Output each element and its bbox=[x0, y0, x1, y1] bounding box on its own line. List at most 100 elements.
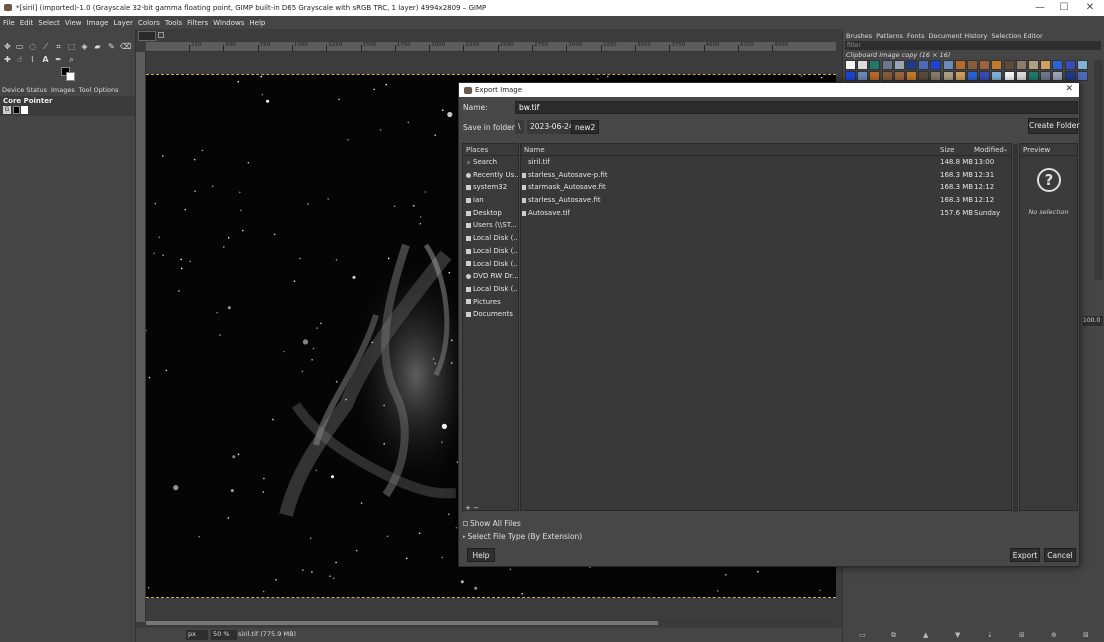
fuzzy-select-tool-icon[interactable]: ⟋ bbox=[40, 41, 51, 52]
brush-swatch[interactable] bbox=[906, 60, 917, 70]
place-documents[interactable]: Documents bbox=[463, 308, 518, 321]
dock-button-icon[interactable]: ▼ bbox=[955, 631, 960, 639]
menu-filters[interactable]: Filters bbox=[187, 19, 208, 27]
brush-swatch[interactable] bbox=[1052, 60, 1064, 70]
brush-swatch[interactable] bbox=[1028, 71, 1039, 81]
breadcrumb-date-folder[interactable]: 2023-06-24 bbox=[527, 120, 577, 134]
show-all-files-checkbox[interactable]: Show All Files bbox=[463, 519, 521, 528]
brush-swatch[interactable] bbox=[967, 71, 978, 81]
dock-button-icon[interactable]: ⊕ bbox=[1051, 631, 1057, 639]
column-name[interactable]: Name bbox=[524, 144, 545, 156]
file-row[interactable]: starless_Autosave.fit 168.3 MB 12:12 bbox=[521, 194, 1011, 207]
brush-swatch[interactable] bbox=[893, 71, 905, 81]
zoom-tool-icon[interactable]: ⌕ bbox=[66, 54, 77, 65]
dock-button-icon[interactable]: ⊞ bbox=[1019, 631, 1025, 639]
brush-swatch[interactable] bbox=[979, 60, 991, 70]
brush-swatch[interactable] bbox=[881, 71, 893, 81]
text-tool-icon[interactable]: A bbox=[40, 54, 51, 65]
tab-selection-editor[interactable]: Selection Editor bbox=[991, 32, 1042, 40]
menu-colors[interactable]: Colors bbox=[138, 19, 160, 27]
brush-swatch[interactable] bbox=[1040, 71, 1052, 81]
dialog-close-button[interactable]: ✕ bbox=[1065, 84, 1073, 94]
zoom-spin-input[interactable]: 100.0 bbox=[1083, 316, 1103, 326]
brush-swatch[interactable] bbox=[1040, 60, 1052, 70]
brush-swatch[interactable] bbox=[930, 71, 942, 81]
brush-swatch[interactable] bbox=[906, 71, 917, 81]
brush-swatch[interactable] bbox=[881, 60, 893, 70]
column-modified[interactable]: Modified bbox=[974, 144, 1004, 156]
brush-swatch[interactable] bbox=[967, 60, 978, 70]
brush-swatch[interactable] bbox=[979, 71, 991, 81]
tab-device-status[interactable]: Device Status bbox=[2, 86, 47, 94]
breadcrumb-new2[interactable]: new2 bbox=[571, 120, 600, 134]
menu-file[interactable]: File bbox=[3, 19, 15, 27]
background-color-swatch[interactable] bbox=[66, 72, 75, 81]
menu-image[interactable]: Image bbox=[87, 19, 109, 27]
place-ian[interactable]: ian bbox=[463, 194, 518, 207]
brush-scrollbar[interactable] bbox=[1094, 60, 1103, 280]
file-list-scrollbar[interactable] bbox=[1013, 144, 1018, 512]
delete-icon[interactable]: ⊠ bbox=[1083, 631, 1089, 639]
dock-button-icon[interactable]: ▭ bbox=[859, 631, 866, 639]
brush-filter-input[interactable]: filter bbox=[845, 41, 1101, 50]
brush-swatch[interactable] bbox=[893, 60, 905, 70]
brush-swatch[interactable] bbox=[918, 71, 930, 81]
warp-tool-icon[interactable]: ◈ bbox=[79, 41, 90, 52]
file-row[interactable]: Autosave.tif 157.6 MB Sunday bbox=[521, 207, 1011, 220]
add-remove-place-buttons[interactable]: + − bbox=[465, 504, 479, 512]
color-picker-tool-icon[interactable]: ✒ bbox=[53, 54, 64, 65]
menu-help[interactable]: Help bbox=[249, 19, 265, 27]
maximize-button[interactable]: ☐ bbox=[1052, 0, 1076, 16]
image-tab-thumbnail[interactable] bbox=[138, 31, 156, 41]
create-folder-button[interactable]: Create Folder bbox=[1028, 118, 1079, 134]
dock-button-icon[interactable]: ⇣ bbox=[987, 631, 993, 639]
brush-swatch[interactable] bbox=[1076, 71, 1088, 81]
brush-swatch[interactable] bbox=[1028, 60, 1039, 70]
file-row[interactable]: starless_Autosave-p.fit 168.3 MB 12:31 bbox=[521, 169, 1011, 182]
tab-patterns[interactable]: Patterns bbox=[876, 32, 903, 40]
cancel-button[interactable]: Cancel bbox=[1044, 548, 1076, 562]
brush-swatch[interactable] bbox=[1076, 60, 1088, 70]
image-tab-close-icon[interactable] bbox=[158, 32, 164, 38]
place-dvd-drive[interactable]: DVD RW Dr... bbox=[463, 270, 518, 283]
place-local-disk[interactable]: Local Disk (... bbox=[463, 232, 518, 245]
lasso-tool-icon[interactable]: ◌ bbox=[27, 41, 38, 52]
unit-selector[interactable]: px bbox=[186, 630, 208, 640]
brush-swatch[interactable] bbox=[1003, 60, 1015, 70]
menu-tools[interactable]: Tools bbox=[165, 19, 182, 27]
place-pictures[interactable]: Pictures bbox=[463, 296, 518, 309]
brush-swatch[interactable] bbox=[930, 60, 942, 70]
brush-swatch[interactable] bbox=[1064, 60, 1076, 70]
place-search[interactable]: ⌕ Search bbox=[463, 156, 518, 169]
crop-tool-icon[interactable]: ⌗ bbox=[53, 41, 64, 52]
place-system32[interactable]: system32 bbox=[463, 181, 518, 194]
file-row[interactable]: starmask_Autosave.fit 168.3 MB 12:12 bbox=[521, 181, 1011, 194]
menu-select[interactable]: Select bbox=[38, 19, 60, 27]
zoom-selector[interactable]: 50 % bbox=[211, 630, 237, 640]
file-row[interactable]: siril.tif 148.8 MB 13:00 bbox=[521, 156, 1011, 169]
menu-edit[interactable]: Edit bbox=[20, 19, 34, 27]
help-button[interactable]: Help bbox=[467, 548, 495, 562]
brush-swatch[interactable] bbox=[1064, 71, 1076, 81]
export-button[interactable]: Export bbox=[1010, 548, 1040, 562]
brush-swatch[interactable] bbox=[869, 60, 881, 70]
menu-view[interactable]: View bbox=[65, 19, 82, 27]
brush-swatch[interactable] bbox=[942, 60, 954, 70]
place-local-disk[interactable]: Local Disk (... bbox=[463, 258, 518, 271]
brush-swatch[interactable] bbox=[1015, 71, 1027, 81]
transform-tool-icon[interactable]: ⬚ bbox=[66, 41, 77, 52]
place-local-disk[interactable]: Local Disk (... bbox=[463, 283, 518, 296]
menu-windows[interactable]: Windows bbox=[213, 19, 244, 27]
brush-swatch[interactable] bbox=[869, 71, 881, 81]
place-local-disk[interactable]: Local Disk (... bbox=[463, 245, 518, 258]
heal-tool-icon[interactable]: ✚ bbox=[2, 54, 13, 65]
tab-tool-options[interactable]: Tool Options bbox=[79, 86, 119, 94]
tab-images[interactable]: Images bbox=[51, 86, 75, 94]
brush-swatch[interactable] bbox=[845, 71, 856, 81]
place-users-network[interactable]: Users (\\ST... bbox=[463, 219, 518, 232]
brush-swatch[interactable] bbox=[942, 71, 954, 81]
place-recent[interactable]: Recently Us... bbox=[463, 169, 518, 182]
brush-swatch[interactable] bbox=[1052, 71, 1064, 81]
brush-swatch[interactable] bbox=[954, 60, 966, 70]
brush-swatch[interactable] bbox=[918, 60, 930, 70]
